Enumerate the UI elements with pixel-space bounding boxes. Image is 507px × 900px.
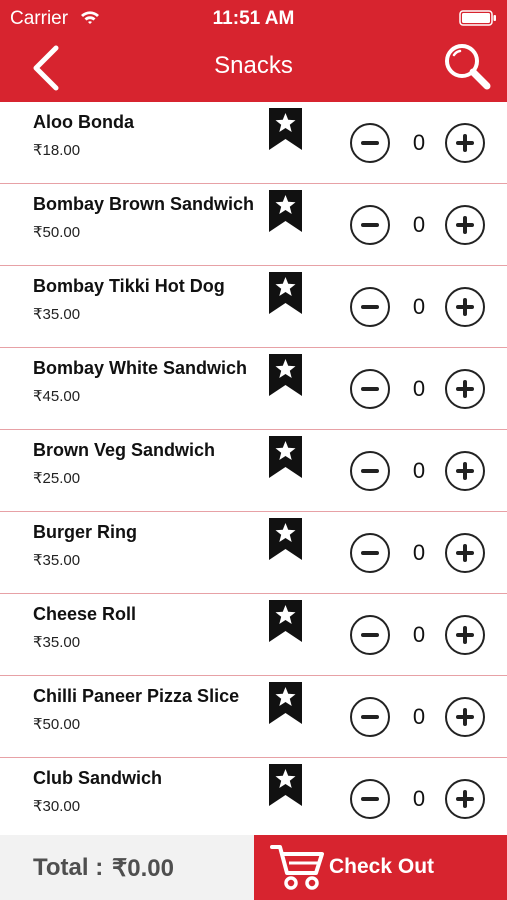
decrease-quantity-button[interactable]: [350, 123, 390, 163]
decrease-quantity-button[interactable]: [350, 615, 390, 655]
checkout-label: Check Out: [329, 855, 435, 878]
increase-quantity-button[interactable]: [445, 697, 485, 737]
bookmark-star-icon[interactable]: [269, 764, 302, 806]
list-item: Bombay White Sandwich ₹45.00 0: [0, 348, 507, 430]
total-label: Total :: [33, 854, 104, 881]
bookmark-star-icon[interactable]: [269, 108, 302, 150]
increase-quantity-button[interactable]: [445, 779, 485, 819]
decrease-quantity-button[interactable]: [350, 779, 390, 819]
list-item: Burger Ring ₹35.00 0: [0, 512, 507, 594]
item-name: Burger Ring: [33, 522, 138, 542]
bookmark-star-icon[interactable]: [269, 436, 302, 478]
item-price: ₹35.00: [33, 634, 81, 651]
item-name: Aloo Bonda: [33, 112, 134, 132]
page-title: Snacks: [214, 52, 293, 79]
menu-item-list[interactable]: Aloo Bonda ₹18.00 0 Bombay Brown Sandwich ₹5…: [0, 102, 507, 835]
quantity-value: 0: [412, 212, 426, 237]
item-name: Bombay Brown Sandwich: [33, 194, 255, 214]
item-name: Bombay Tikki Hot Dog: [33, 276, 225, 296]
increase-quantity-button[interactable]: [445, 287, 485, 327]
search-button[interactable]: [441, 40, 493, 92]
item-name: Chilli Paneer Pizza Slice: [33, 686, 240, 706]
quantity-value: 0: [412, 622, 426, 647]
item-name: Club Sandwich: [33, 768, 163, 788]
list-item: Club Sandwich ₹30.00 0: [0, 758, 507, 835]
decrease-quantity-button[interactable]: [350, 451, 390, 491]
total-value: ₹0.00: [112, 855, 174, 882]
quantity-value: 0: [412, 786, 426, 811]
nav-bar: Snacks: [0, 36, 507, 102]
item-price: ₹50.00: [33, 716, 81, 733]
quantity-value: 0: [412, 376, 426, 401]
item-price: ₹45.00: [33, 388, 81, 405]
bookmark-star-icon[interactable]: [269, 354, 302, 396]
checkout-button[interactable]: Check Out: [254, 835, 507, 900]
search-icon: [445, 44, 491, 90]
bookmark-star-icon[interactable]: [269, 518, 302, 560]
decrease-quantity-button[interactable]: [350, 287, 390, 327]
list-item: Bombay Tikki Hot Dog ₹35.00 0: [0, 266, 507, 348]
item-name: Cheese Roll: [33, 604, 137, 624]
quantity-value: 0: [412, 458, 426, 483]
item-price: ₹18.00: [33, 142, 81, 159]
status-bar: Carrier 11:51 AM: [0, 0, 507, 36]
decrease-quantity-button[interactable]: [350, 533, 390, 573]
battery-icon: [459, 10, 496, 26]
bookmark-star-icon[interactable]: [269, 272, 302, 314]
decrease-quantity-button[interactable]: [350, 697, 390, 737]
increase-quantity-button[interactable]: [445, 615, 485, 655]
status-time: 11:51 AM: [212, 8, 295, 29]
bookmark-star-icon[interactable]: [269, 600, 302, 642]
quantity-value: 0: [412, 294, 426, 319]
item-price: ₹50.00: [33, 224, 81, 241]
bookmark-star-icon[interactable]: [269, 682, 302, 724]
item-price: ₹25.00: [33, 470, 81, 487]
decrease-quantity-button[interactable]: [350, 205, 390, 245]
increase-quantity-button[interactable]: [445, 205, 485, 245]
cart-icon: [270, 845, 324, 890]
list-item: Cheese Roll ₹35.00 0: [0, 594, 507, 676]
total-panel: Total : ₹0.00: [0, 835, 254, 900]
item-name: Bombay White Sandwich: [33, 358, 248, 378]
list-item: Brown Veg Sandwich ₹25.00 0: [0, 430, 507, 512]
item-price: ₹30.00: [33, 798, 81, 815]
quantity-value: 0: [412, 130, 426, 155]
cart-footer: Total : ₹0.00 Check Out: [0, 835, 507, 900]
item-price: ₹35.00: [33, 552, 81, 569]
quantity-value: 0: [412, 540, 426, 565]
list-item: Bombay Brown Sandwich ₹50.00 0: [0, 184, 507, 266]
increase-quantity-button[interactable]: [445, 369, 485, 409]
bookmark-star-icon[interactable]: [269, 190, 302, 232]
quantity-value: 0: [412, 704, 426, 729]
increase-quantity-button[interactable]: [445, 451, 485, 491]
app-header: Carrier 11:51 AM Snacks: [0, 0, 507, 102]
list-item: Chilli Paneer Pizza Slice ₹50.00 0: [0, 676, 507, 758]
increase-quantity-button[interactable]: [445, 533, 485, 573]
increase-quantity-button[interactable]: [445, 123, 485, 163]
item-name: Brown Veg Sandwich: [33, 440, 216, 460]
item-price: ₹35.00: [33, 306, 81, 323]
list-item: Aloo Bonda ₹18.00 0: [0, 102, 507, 184]
decrease-quantity-button[interactable]: [350, 369, 390, 409]
